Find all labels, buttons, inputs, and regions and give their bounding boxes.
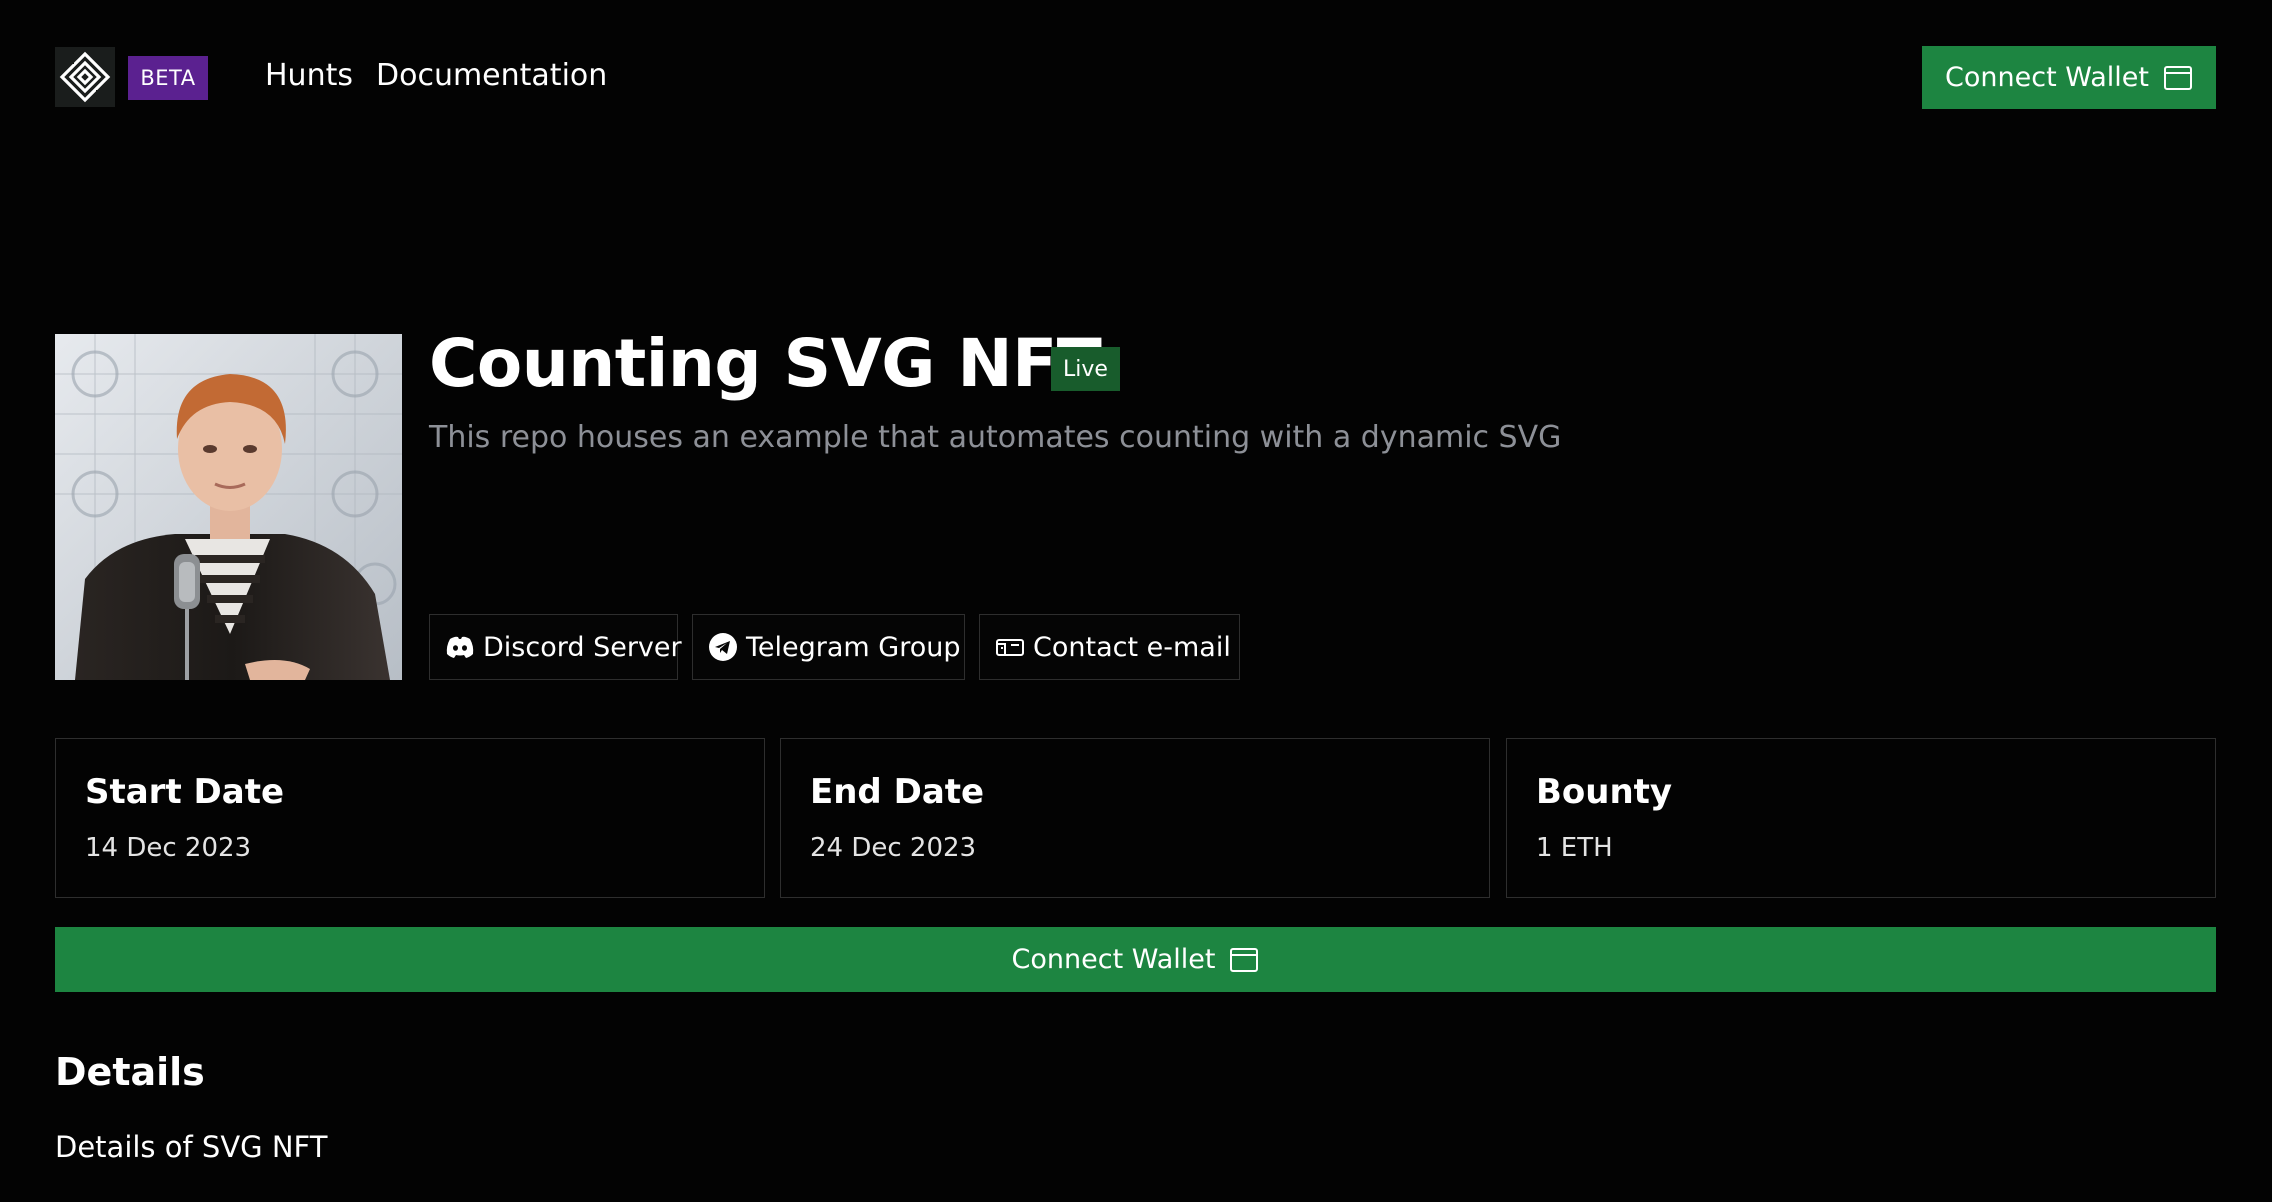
telegram-group-link[interactable]: Telegram Group: [692, 614, 965, 680]
connect-wallet-label: Connect Wallet: [1945, 62, 2149, 93]
mail-icon: [995, 635, 1025, 659]
discord-icon: [445, 635, 475, 659]
telegram-icon: [708, 632, 738, 662]
nav-documentation-link[interactable]: Documentation: [376, 58, 607, 93]
logo[interactable]: [55, 47, 115, 107]
contact-email-link[interactable]: Contact e-mail: [979, 614, 1240, 680]
start-date-card: Start Date 14 Dec 2023: [55, 738, 765, 898]
end-date-value: 24 Dec 2023: [810, 833, 977, 863]
diamond-logo-icon: [59, 51, 111, 103]
start-date-label: Start Date: [85, 772, 285, 812]
discord-server-label: Discord Server: [483, 631, 682, 663]
bounty-value: 1 ETH: [1536, 833, 1613, 863]
header-connect-wallet-button[interactable]: Connect Wallet: [1922, 46, 2216, 109]
details-heading: Details: [55, 1050, 205, 1094]
bounty-label: Bounty: [1536, 772, 1673, 812]
contact-email-label: Contact e-mail: [1033, 631, 1231, 663]
discord-server-link[interactable]: Discord Server: [429, 614, 682, 680]
end-date-card: End Date 24 Dec 2023: [780, 738, 1490, 898]
details-text: Details of SVG NFT: [55, 1130, 328, 1164]
hunt-cover-image: [55, 334, 402, 680]
hunt-title: Counting SVG NFT: [429, 325, 1102, 402]
nav-hunts-link[interactable]: Hunts: [265, 58, 353, 93]
telegram-group-label: Telegram Group: [746, 631, 961, 663]
bounty-card: Bounty 1 ETH: [1506, 738, 2216, 898]
start-date-value: 14 Dec 2023: [85, 833, 252, 863]
connect-wallet-button[interactable]: Connect Wallet: [55, 927, 2216, 992]
beta-badge: BETA: [128, 56, 208, 100]
top-header: BETA Hunts Documentation Connect Wallet: [0, 0, 2272, 155]
status-badge: Live: [1051, 347, 1120, 391]
wallet-icon: [2163, 65, 2193, 91]
end-date-label: End Date: [810, 772, 985, 812]
connect-wallet-label: Connect Wallet: [1011, 944, 1216, 975]
hunt-description: This repo houses an example that automat…: [429, 420, 1562, 455]
wallet-icon: [1229, 947, 1259, 973]
